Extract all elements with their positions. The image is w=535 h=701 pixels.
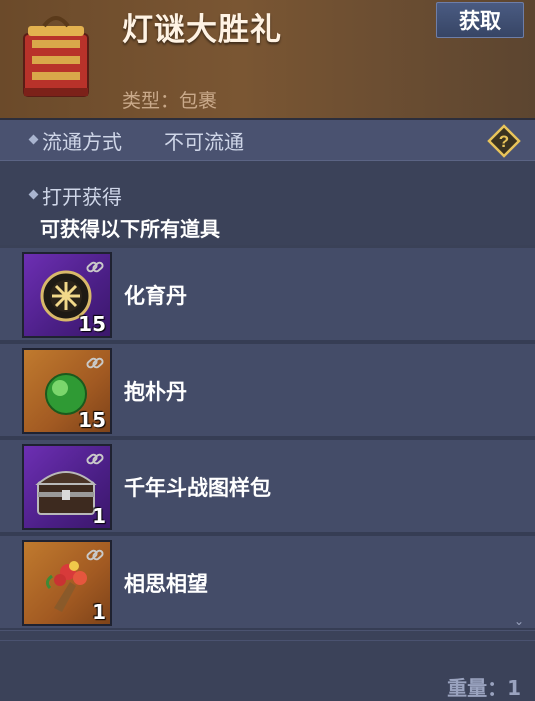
item-quantity: 15 bbox=[78, 312, 106, 336]
circulation-row: 流通方式 不可流通 bbox=[0, 120, 535, 161]
item-slot[interactable]: 1 bbox=[22, 540, 112, 626]
gift-box-icon bbox=[23, 16, 89, 97]
svg-text:?: ? bbox=[499, 132, 509, 151]
item-quantity: 1 bbox=[92, 600, 106, 624]
chain-link-icon bbox=[86, 549, 104, 561]
item-quantity: 15 bbox=[78, 408, 106, 432]
chain-link-icon bbox=[86, 453, 104, 465]
item-slot[interactable]: 15 bbox=[22, 348, 112, 434]
item-name: 相思相望 bbox=[124, 572, 208, 596]
item-slot[interactable]: 15 bbox=[22, 252, 112, 338]
bullet-diamond-icon bbox=[28, 134, 39, 145]
question-diamond-icon[interactable]: ? bbox=[487, 124, 521, 158]
circulation-label: 流通方式 bbox=[42, 130, 122, 154]
list-item[interactable]: 15 化育丹 bbox=[0, 248, 535, 344]
item-quantity: 1 bbox=[92, 504, 106, 528]
item-name: 千年斗战图样包 bbox=[124, 476, 271, 500]
bullet-diamond-icon bbox=[28, 189, 39, 200]
open-description: 可获得以下所有道具 bbox=[40, 217, 220, 241]
item-name: 化育丹 bbox=[124, 284, 187, 308]
open-label: 打开获得 bbox=[42, 185, 122, 209]
list-item[interactable]: 1 千年斗战图样包 bbox=[0, 440, 535, 536]
scroll-down-icon[interactable]: ⌄ bbox=[514, 614, 524, 628]
weight-label: 重量：1 bbox=[447, 676, 521, 700]
chain-link-icon bbox=[86, 357, 104, 369]
item-slot[interactable]: 1 bbox=[22, 444, 112, 530]
list-item[interactable]: 1 相思相望 bbox=[0, 536, 535, 632]
open-section: 打开获得 可获得以下所有道具 bbox=[0, 161, 535, 245]
footer-divider bbox=[0, 640, 535, 641]
item-type: 类型：包裹 bbox=[122, 90, 218, 112]
chain-link-icon bbox=[86, 261, 104, 273]
circulation-value: 不可流通 bbox=[164, 130, 244, 154]
item-name: 抱朴丹 bbox=[124, 380, 187, 404]
item-title: 灯谜大胜礼 bbox=[122, 12, 282, 48]
item-header: 灯谜大胜礼 类型：包裹 获取 bbox=[0, 0, 535, 120]
get-button[interactable]: 获取 bbox=[436, 2, 524, 38]
list-item[interactable]: 15 抱朴丹 bbox=[0, 344, 535, 440]
